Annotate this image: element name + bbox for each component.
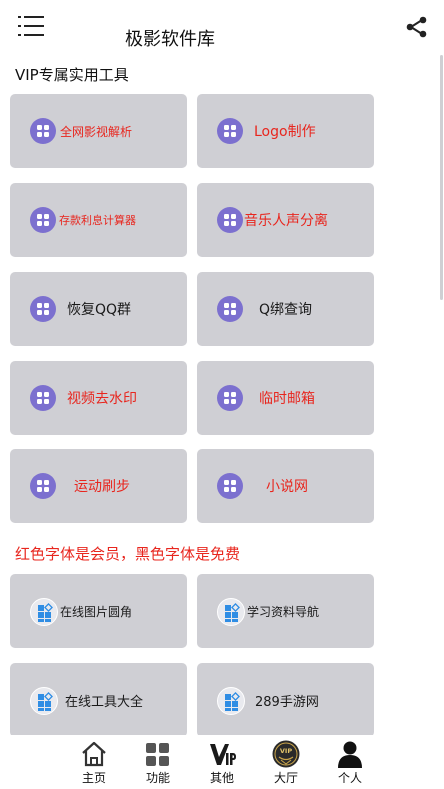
apps-grid-icon: [144, 740, 172, 768]
tool-card-289-games[interactable]: 289手游网: [197, 663, 374, 737]
tool-label: 学习资料导航: [247, 604, 320, 619]
blocks-app-icon: [30, 687, 58, 715]
tool-label: 运动刷步: [74, 479, 130, 495]
grid-app-icon: [30, 473, 56, 499]
nav-label: 功能: [145, 771, 170, 785]
tool-card-video-parse[interactable]: 全网影视解析: [10, 94, 187, 168]
tool-label: 在线图片圆角: [60, 604, 133, 619]
nav-label: 其他: [209, 771, 234, 785]
blocks-app-icon: [217, 687, 245, 715]
hamburger-menu-icon[interactable]: [18, 15, 44, 37]
tool-card-study-navigation[interactable]: 学习资料导航: [197, 574, 374, 648]
tool-label: 临时邮箱: [259, 391, 315, 407]
tool-card-temp-mailbox[interactable]: 临时邮箱: [197, 361, 374, 435]
grid-app-icon: [217, 118, 243, 144]
grid-app-icon: [217, 296, 243, 322]
tool-label: 视频去水印: [67, 391, 137, 407]
tool-card-restore-qq-group[interactable]: 恢复QQ群: [10, 272, 187, 346]
tool-label: Q绑查询: [259, 302, 313, 318]
tool-card-novel-site[interactable]: 小说网: [197, 449, 374, 523]
grid-app-icon: [217, 473, 243, 499]
tool-card-logo-maker[interactable]: Logo制作: [197, 94, 374, 168]
tool-card-qq-bind-query[interactable]: Q绑查询: [197, 272, 374, 346]
grid-app-icon: [217, 385, 243, 411]
tool-label: 恢复QQ群: [67, 302, 132, 318]
share-icon[interactable]: [405, 15, 429, 39]
tool-card-online-tools[interactable]: 在线工具大全: [10, 663, 187, 737]
tool-card-image-round-corner[interactable]: 在线图片圆角: [10, 574, 187, 648]
tool-label: Logo制作: [254, 124, 316, 140]
nav-item-features[interactable]: 功能: [130, 735, 186, 789]
home-icon: [80, 740, 108, 768]
nav-label: 个人: [337, 771, 362, 785]
tool-card-interest-calculator[interactable]: 存款利息计算器: [10, 183, 187, 257]
top-bar: 极影软件库: [0, 0, 444, 58]
scrollbar[interactable]: [440, 55, 443, 300]
tool-label: 289手游网: [255, 694, 319, 710]
member-note: 红色字体是会员，黑色字体是免费: [15, 545, 241, 563]
tool-card-vocal-separation[interactable]: 音乐人声分离: [197, 183, 374, 257]
tool-card-remove-watermark[interactable]: 视频去水印: [10, 361, 187, 435]
grid-app-icon: [30, 385, 56, 411]
bottom-nav: 主页 功能 其他 VIP 大厅 个人: [0, 735, 444, 789]
tool-label: 音乐人声分离: [244, 213, 328, 229]
person-icon: [336, 740, 364, 768]
tool-card-sport-steps[interactable]: 运动刷步: [10, 449, 187, 523]
vip-logo-icon: [208, 740, 236, 768]
svg-text:VIP: VIP: [280, 747, 292, 755]
nav-item-hall[interactable]: VIP 大厅: [258, 735, 314, 789]
grid-app-icon: [30, 296, 56, 322]
tool-label: 小说网: [266, 479, 308, 495]
tool-label: 存款利息计算器: [59, 214, 136, 227]
nav-item-home[interactable]: 主页: [66, 735, 122, 789]
nav-label: 主页: [81, 771, 106, 785]
blocks-app-icon: [217, 598, 245, 626]
vip-section-title: VIP专属实用工具: [15, 66, 129, 84]
tool-label: 在线工具大全: [65, 694, 144, 710]
tool-label: 全网影视解析: [60, 124, 133, 139]
nav-item-other[interactable]: 其他: [194, 735, 250, 789]
page-title: 极影软件库: [125, 29, 215, 50]
nav-item-profile[interactable]: 个人: [322, 735, 378, 789]
blocks-app-icon: [30, 598, 58, 626]
grid-app-icon: [217, 207, 243, 233]
nav-label: 大厅: [273, 771, 298, 785]
grid-app-icon: [30, 207, 56, 233]
vip-badge-icon: VIP: [272, 740, 300, 768]
grid-app-icon: [30, 118, 56, 144]
